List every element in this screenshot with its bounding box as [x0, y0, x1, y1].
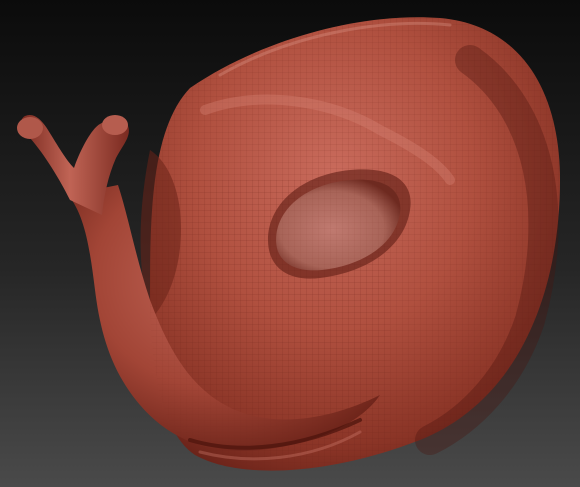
sculpt-viewport[interactable]: [0, 0, 580, 487]
sculpt-render: [0, 0, 580, 487]
